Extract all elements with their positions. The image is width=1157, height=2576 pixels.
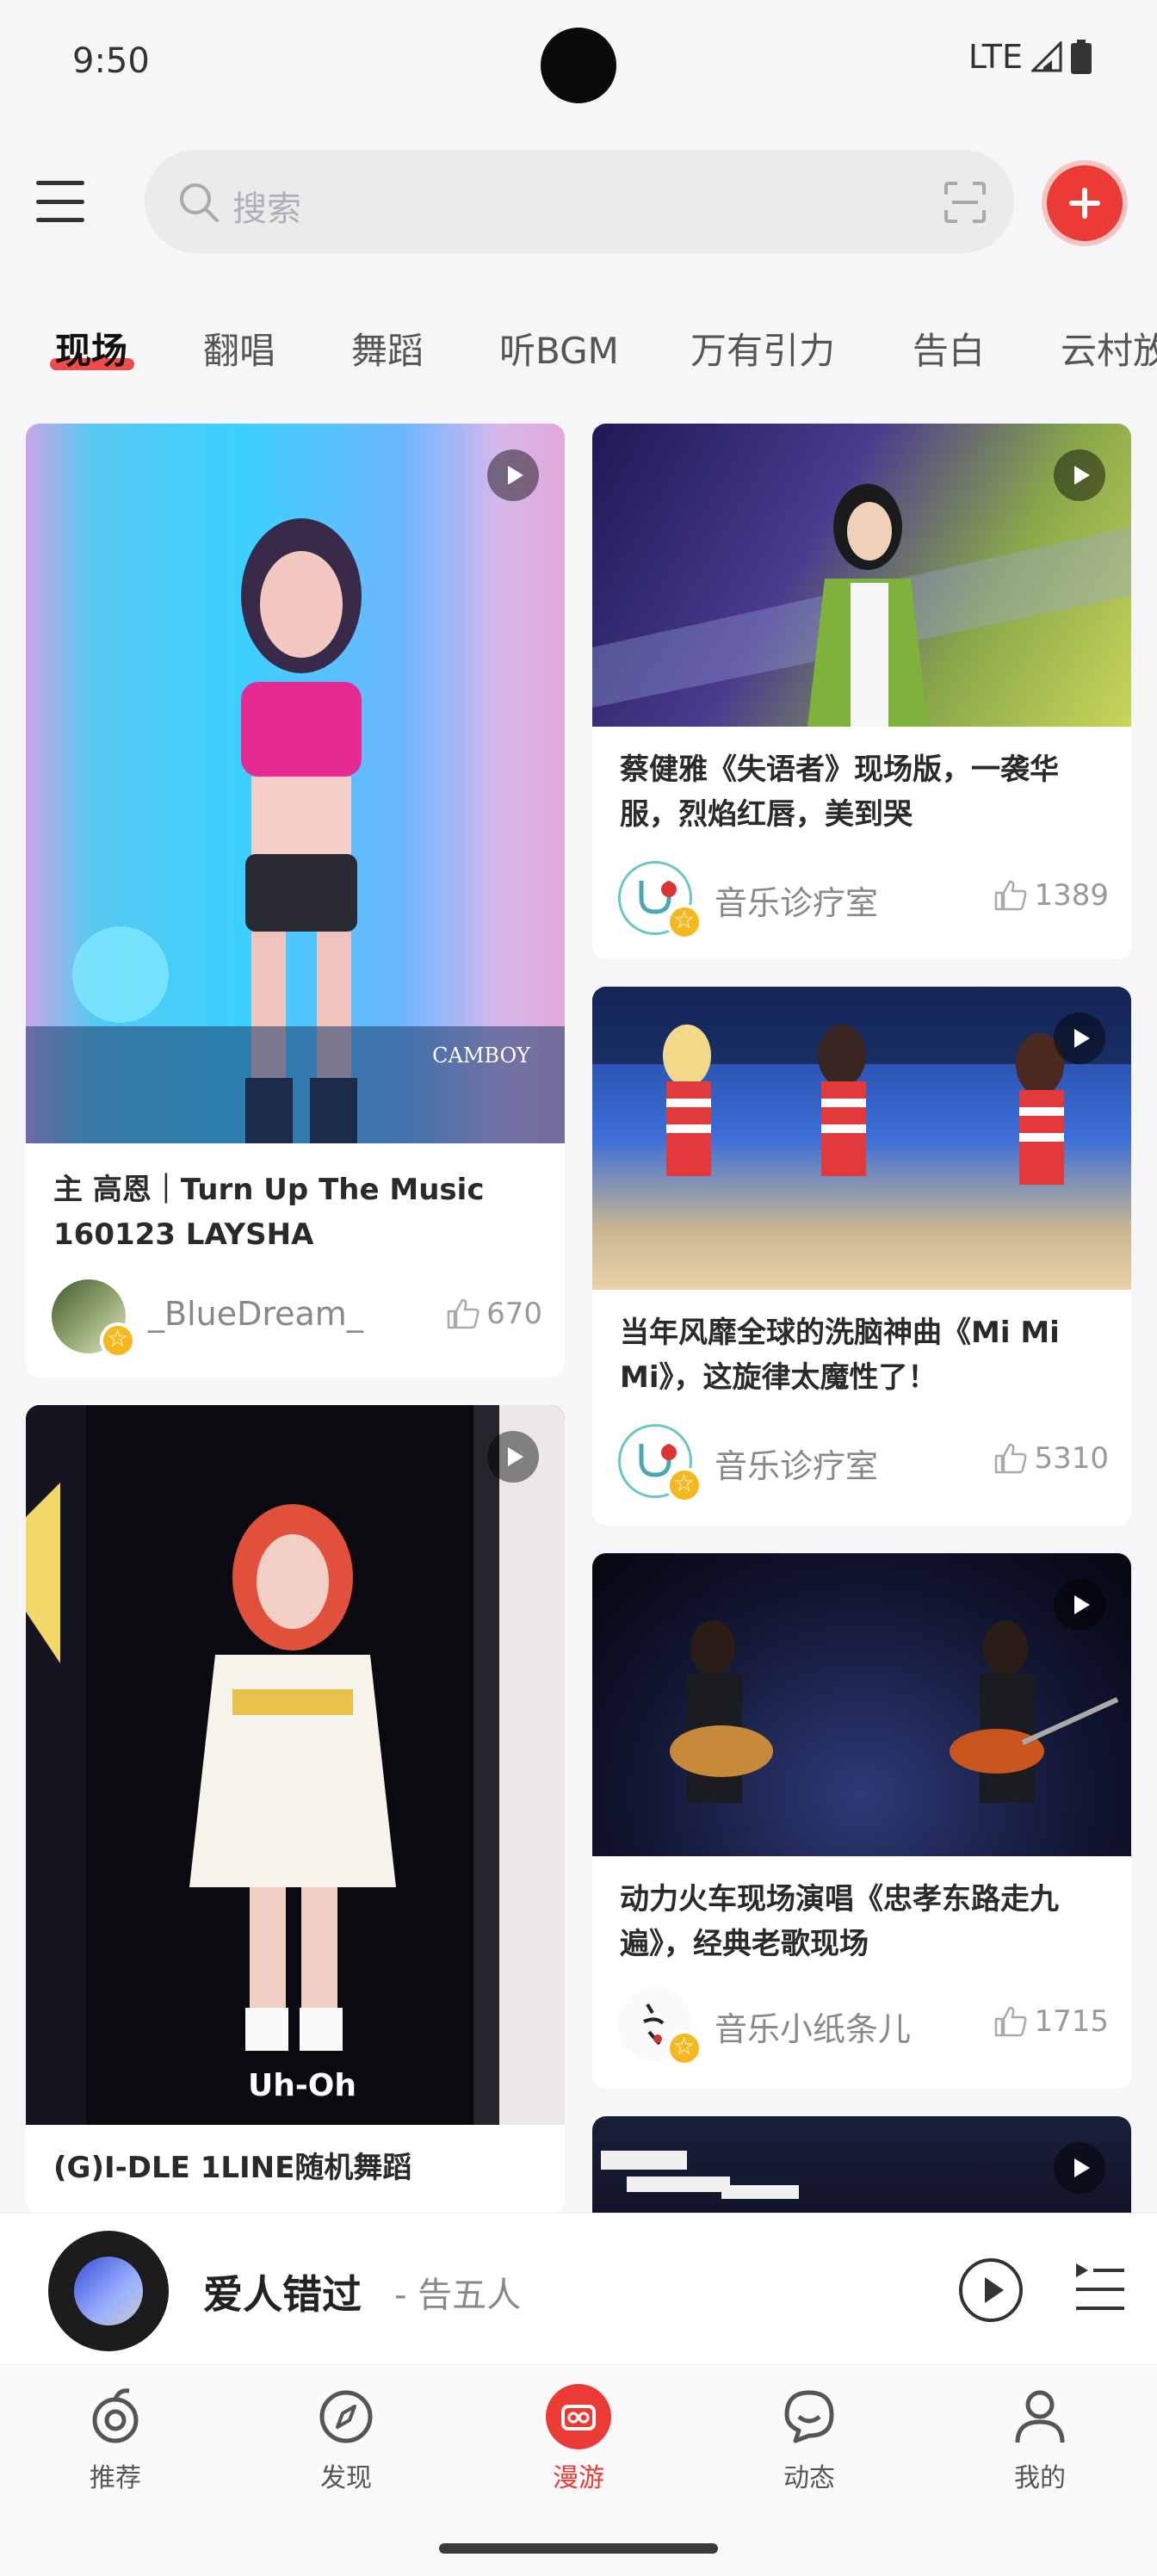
author-name[interactable]: _BlueDream_ (148, 1295, 363, 1333)
nav-label: 推荐 (90, 2463, 141, 2493)
play-icon (487, 1431, 539, 1483)
network-type: LTE (968, 38, 1023, 76)
thumbs-up-icon (995, 2006, 1027, 2037)
like-number: 5310 (1034, 1441, 1109, 1476)
tab-dance[interactable]: 舞蹈 (351, 322, 424, 375)
status-bar: 9:50 LTE (0, 0, 1157, 129)
tab-live[interactable]: 现场 (55, 322, 127, 375)
menu-button[interactable] (34, 177, 86, 226)
thumbs-up-icon (447, 1298, 480, 1329)
nav-label: 漫游 (553, 2463, 604, 2493)
tab-cover[interactable]: 翻唱 (203, 322, 275, 375)
profile-icon (1015, 2390, 1065, 2443)
card-title: 当年风靡全球的洗脑神曲《Mi Mi Mi》，这旋律太魔性了！ (620, 1316, 1060, 1395)
like-count[interactable]: 1389 (994, 878, 1109, 913)
play-icon (1054, 2142, 1105, 2194)
song-artist: - 告五人 (394, 2276, 522, 2315)
tab-bgm[interactable]: 听BGM (499, 322, 619, 375)
author-row: 音乐诊疗室 1389 (618, 861, 1109, 940)
search-input[interactable]: 搜索 (145, 150, 1014, 253)
author-row: 音乐诊疗室 5310 (618, 1424, 1109, 1503)
playlist-icon[interactable] (1074, 2260, 1126, 2317)
nav-mine[interactable]: 我的 (971, 2382, 1109, 2494)
video-thumbnail[interactable]: CAMBOY (26, 424, 565, 1143)
video-thumbnail[interactable] (592, 1553, 1131, 1856)
album-cover (74, 2257, 143, 2325)
video-card[interactable]: Uh-Oh (G)I-DLE 1LINE随机舞蹈 (26, 1405, 565, 2214)
chat-icon (784, 2390, 834, 2443)
roam-icon (546, 2384, 611, 2449)
like-count[interactable]: 5310 (994, 1441, 1109, 1476)
author-row: _BlueDream_ 670 (52, 1279, 542, 1359)
author-name[interactable]: 音乐诊疗室 (715, 1440, 878, 1487)
like-count[interactable]: 1715 (994, 2004, 1109, 2039)
play-icon (1054, 1579, 1105, 1631)
play-button[interactable] (959, 2258, 1023, 2322)
vip-star-icon (666, 904, 702, 940)
performer-image (26, 1405, 565, 2125)
card-title: 蔡健雅《失语者》现场版，一袭华服，烈焰红唇，美到哭 (620, 752, 1059, 832)
nav-roam[interactable]: 漫游 (510, 2382, 647, 2494)
performer-image (26, 518, 565, 1143)
nav-label: 我的 (1014, 2463, 1066, 2493)
like-number: 1389 (1034, 878, 1109, 913)
tab-gravity[interactable]: 万有引力 (690, 322, 835, 375)
performer-image (592, 484, 1131, 727)
nav-discover[interactable]: 发现 (277, 2382, 415, 2494)
nav-feed[interactable]: 动态 (740, 2382, 878, 2494)
menu-icon (36, 181, 84, 185)
video-card[interactable]: 当年风靡全球的洗脑神曲《Mi Mi Mi》，这旋律太魔性了！ 音乐诊疗室 531… (592, 987, 1131, 1526)
compass-icon (319, 2390, 373, 2443)
video-thumbnail[interactable]: Uh-Oh (26, 1405, 565, 2125)
video-thumbnail[interactable] (592, 987, 1131, 1290)
play-icon (487, 449, 539, 501)
recommend-icon (92, 2388, 139, 2443)
like-number: 670 (486, 1297, 542, 1331)
play-icon (1054, 1012, 1105, 1064)
performer-image (670, 1620, 1119, 1803)
search-icon (180, 183, 219, 222)
card-title: (G)I-DLE 1LINE随机舞蹈 (53, 2151, 412, 2185)
signal-icon (1031, 41, 1062, 72)
category-tabs: 现场 翻唱 舞蹈 听BGM 万有引力 告白 云村放 (0, 310, 1157, 387)
status-indicators: LTE (968, 38, 1092, 76)
thumbnail-watermark: CAMBOY (432, 1043, 530, 1068)
tab-confession[interactable]: 告白 (913, 322, 985, 375)
vip-star-icon (666, 2030, 702, 2066)
album-disc[interactable] (48, 2231, 169, 2351)
like-number: 1715 (1034, 2004, 1109, 2039)
thumbs-up-icon (995, 880, 1027, 911)
nav-label: 发现 (320, 2463, 372, 2493)
video-thumbnail[interactable] (592, 424, 1131, 727)
card-title: 主 高恩｜Turn Up The Music 160123 LAYSHA (53, 1173, 485, 1252)
video-card[interactable]: CAMBOY 主 高恩｜Turn Up The Music 160123 LAY… (26, 424, 565, 1378)
scan-icon[interactable] (944, 181, 987, 224)
author-row: 音乐小纸条儿 1715 (618, 1987, 1109, 2066)
add-button[interactable] (1047, 165, 1123, 241)
nav-label: 动态 (783, 2463, 835, 2493)
status-time: 9:50 (72, 41, 150, 81)
search-placeholder: 搜索 (232, 189, 301, 229)
video-card[interactable]: 蔡健雅《失语者》现场版，一袭华服，烈焰红唇，美到哭 音乐诊疗室 1389 (592, 424, 1131, 959)
battery-icon (1071, 40, 1092, 74)
nav-recommend[interactable]: 推荐 (46, 2382, 184, 2494)
tab-cloud-village[interactable]: 云村放 (1061, 322, 1157, 375)
mini-player[interactable]: 爱人错过 - 告五人 (0, 2213, 1157, 2364)
song-title: 爱人错过 (203, 2271, 362, 2318)
author-name[interactable]: 音乐诊疗室 (715, 876, 878, 924)
author-name[interactable]: 音乐小纸条儿 (715, 2003, 911, 2050)
home-indicator[interactable] (439, 2543, 718, 2554)
performer-image (592, 987, 1131, 1185)
vip-star-icon (666, 1467, 702, 1503)
thumbs-up-icon (995, 1443, 1027, 1474)
vip-star-icon (100, 1322, 136, 1359)
like-count[interactable]: 670 (447, 1297, 542, 1331)
play-icon (1054, 449, 1105, 501)
thumbnail-caption: Uh-Oh (248, 2068, 357, 2103)
video-card[interactable]: 动力火车现场演唱《忠孝东路走九遍》，经典老歌现场 音乐小纸条儿 1715 (592, 1553, 1131, 2089)
top-bar: 搜索 (0, 146, 1157, 258)
card-title: 动力火车现场演唱《忠孝东路走九遍》，经典老歌现场 (620, 1882, 1059, 1961)
camera-cutout (541, 28, 616, 103)
